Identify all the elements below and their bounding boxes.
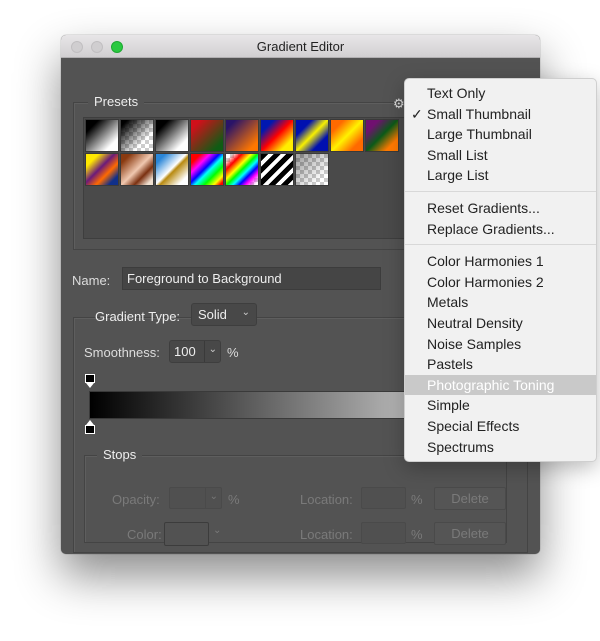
- stop-pointer-down-icon: [86, 383, 94, 388]
- gradient-type-select[interactable]: Solid ⌄: [191, 303, 257, 326]
- menu-item-small-list[interactable]: Small List: [405, 145, 596, 166]
- preset-swatches: [85, 119, 399, 186]
- gradient-preview-bar[interactable]: [89, 391, 419, 419]
- menu-separator: [405, 244, 596, 246]
- menu-item-label: Simple: [427, 397, 470, 414]
- opacity-stop-square: [85, 374, 95, 383]
- gear-icon[interactable]: ⚙: [393, 96, 405, 112]
- preset-swatch-neutral-density[interactable]: [295, 153, 329, 186]
- menu-item-label: Large List: [427, 167, 489, 184]
- menu-item-color-harmonies-2[interactable]: Color Harmonies 2: [405, 272, 596, 293]
- menu-item-label: Pastels: [427, 356, 473, 373]
- menu-item-neutral-density[interactable]: Neutral Density: [405, 313, 596, 334]
- checkmark-icon: ✓: [411, 105, 423, 122]
- chevron-down-icon[interactable]: ⌄: [213, 525, 221, 536]
- menu-item-large-list[interactable]: Large List: [405, 165, 596, 186]
- menu-item-label: Replace Gradients...: [427, 220, 555, 237]
- menu-item-large-thumbnail[interactable]: Large Thumbnail: [405, 124, 596, 145]
- menu-item-label: Noise Samples: [427, 335, 522, 352]
- menu-item-label: Reset Gradients...: [427, 199, 540, 216]
- chevron-down-icon[interactable]: ⌄: [209, 344, 217, 355]
- menu-item-label: Neutral Density: [427, 314, 523, 331]
- menu-item-label: Text Only: [427, 85, 486, 101]
- presets-label: Presets: [88, 94, 145, 109]
- menu-item-label: Large Thumbnail: [427, 126, 532, 143]
- preset-swatch-spectrum[interactable]: [190, 153, 224, 186]
- gradient-type-value: Solid: [198, 307, 227, 322]
- menu-item-noise-samples[interactable]: Noise Samples: [405, 334, 596, 355]
- menu-item-metals[interactable]: Metals: [405, 292, 596, 313]
- opacity-stop-handle[interactable]: [85, 374, 95, 388]
- preset-swatch-black-white[interactable]: [155, 119, 189, 152]
- preset-swatch-violet-green-orange[interactable]: [365, 119, 399, 152]
- name-label: Name:: [72, 273, 111, 288]
- opacity-input[interactable]: ⌄: [169, 487, 222, 509]
- color-swatch[interactable]: [164, 522, 209, 546]
- menu-item-label: Small List: [427, 146, 488, 163]
- menu-item-photographic-toning[interactable]: Photographic Toning: [405, 374, 596, 396]
- chevron-down-icon: ⌄: [241, 307, 250, 318]
- opacity-label: Opacity:: [112, 492, 160, 507]
- menu-item-label: Special Effects: [427, 417, 520, 434]
- preset-swatch-red-green[interactable]: [190, 119, 224, 152]
- menu-item-text-only[interactable]: Text Only: [405, 83, 596, 104]
- color-location-label: Location:: [300, 527, 353, 542]
- menu-item-color-harmonies-1[interactable]: Color Harmonies 1: [405, 251, 596, 272]
- preset-swatch-foreground-to-transparent[interactable]: [120, 119, 154, 152]
- preset-swatch-transparent-rainbow[interactable]: [225, 153, 259, 186]
- preset-swatch-chrome[interactable]: [155, 153, 189, 186]
- preset-swatch-transparent-stripes[interactable]: [260, 153, 294, 186]
- stops-label: Stops: [97, 447, 143, 462]
- color-stop-handle[interactable]: [85, 420, 95, 434]
- menu-item-label: Spectrums: [427, 438, 494, 455]
- menu-item-pastels[interactable]: Pastels: [405, 354, 596, 375]
- opacity-location-input[interactable]: [361, 487, 406, 509]
- presets-swatch-area: [83, 117, 413, 239]
- chevron-down-icon[interactable]: ⌄: [210, 491, 218, 502]
- menu-separator: [405, 190, 596, 192]
- menu-item-reset-gradients[interactable]: Reset Gradients...: [405, 198, 596, 219]
- menu-item-spectrums[interactable]: Spectrums: [405, 437, 596, 458]
- opacity-delete-button[interactable]: Delete: [434, 487, 506, 510]
- preset-swatch-blue-red-yellow[interactable]: [260, 119, 294, 152]
- opacity-divider: [205, 488, 206, 508]
- color-delete-button[interactable]: Delete: [434, 522, 506, 545]
- window-title: Gradient Editor: [256, 39, 345, 54]
- color-stop-square: [85, 425, 95, 434]
- menu-item-special-effects[interactable]: Special Effects: [405, 416, 596, 437]
- gradient-type-label: Gradient Type:: [95, 309, 181, 324]
- opacity-location-unit: %: [411, 492, 423, 507]
- preset-swatch-orange-yellow-orange[interactable]: [330, 119, 364, 152]
- menu-item-replace-gradients[interactable]: Replace Gradients...: [405, 219, 596, 240]
- menu-item-label: Small Thumbnail: [427, 105, 532, 122]
- smoothness-divider: [204, 341, 205, 362]
- opacity-unit: %: [228, 492, 240, 507]
- preset-swatch-foreground-to-background[interactable]: [85, 119, 119, 152]
- presets-menu: Text Only ✓ Small Thumbnail Large Thumbnail…: [404, 78, 597, 462]
- name-input[interactable]: [122, 267, 381, 290]
- preset-swatch-blue-yellow-blue[interactable]: [295, 119, 329, 152]
- menu-item-label: Metals: [427, 294, 469, 311]
- smoothness-input[interactable]: 100 ⌄: [169, 340, 221, 363]
- menu-item-simple[interactable]: Simple: [405, 395, 596, 416]
- preset-swatch-yellow-violet-orange-blue[interactable]: [85, 153, 119, 186]
- menu-item-label: Color Harmonies 1: [427, 253, 544, 270]
- opacity-location-label: Location:: [300, 492, 353, 507]
- color-label: Color:: [127, 527, 162, 542]
- preset-swatch-violet-orange[interactable]: [225, 119, 259, 152]
- menu-item-label: Photographic Toning: [427, 376, 555, 393]
- color-location-input[interactable]: [361, 522, 406, 544]
- title-bar[interactable]: Gradient Editor: [61, 35, 540, 58]
- menu-item-small-thumbnail[interactable]: ✓ Small Thumbnail: [405, 104, 596, 125]
- preset-swatch-copper[interactable]: [120, 153, 154, 186]
- smoothness-value: 100: [174, 344, 196, 359]
- smoothness-unit: %: [227, 345, 239, 360]
- color-location-unit: %: [411, 527, 423, 542]
- menu-item-label: Color Harmonies 2: [427, 273, 544, 290]
- smoothness-label: Smoothness:: [84, 345, 160, 360]
